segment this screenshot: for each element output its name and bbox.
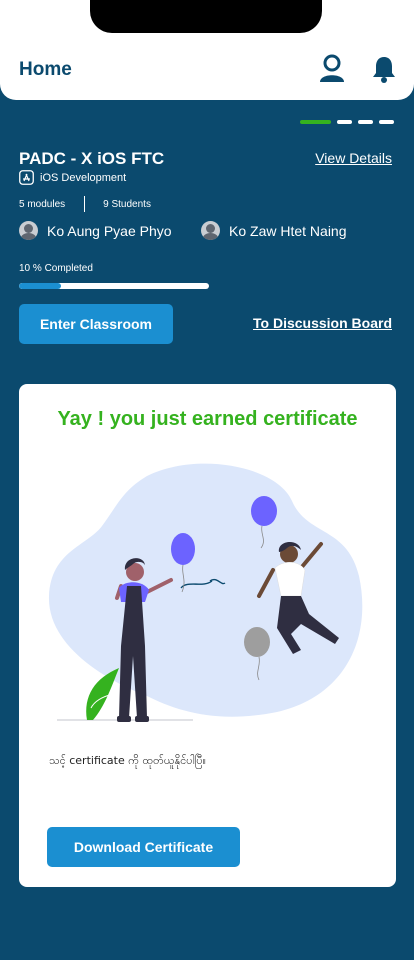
progress-label: 10 % Completed [19, 263, 93, 274]
enter-classroom-button[interactable]: Enter Classroom [19, 304, 173, 344]
discussion-board-link[interactable]: To Discussion Board [253, 315, 392, 331]
certificate-title: Yay ! you just earned certificate [57, 408, 358, 430]
course-title: PADC - X iOS FTC [19, 149, 165, 168]
device-notch [90, 0, 322, 33]
course-meta: 5 modules 9 Students [19, 195, 151, 213]
app-store-icon [19, 170, 34, 185]
meta-divider [84, 196, 86, 212]
teacher-name: Ko Zaw Htet Naing [229, 222, 347, 239]
certificate-message: သင့် certificate ကို ထုတ်ယူနိုင်ပါပြီ။ [49, 754, 206, 767]
page-title: Home [19, 59, 72, 80]
app-header: Home [0, 0, 414, 100]
bell-icon[interactable] [370, 54, 398, 84]
pager-dot[interactable] [358, 120, 373, 124]
teacher-name: Ko Aung Pyae Phyo [47, 222, 172, 239]
user-icon[interactable] [318, 54, 346, 84]
certificate-card: Yay ! you just earned certificate သင့် c… [19, 384, 396, 887]
course-category: iOS Development [19, 170, 126, 185]
modules-count: 5 modules [19, 198, 66, 210]
view-details-link[interactable]: View Details [315, 150, 392, 166]
students-count: 9 Students [103, 198, 151, 210]
teacher-item[interactable]: Ko Aung Pyae Phyo [19, 221, 172, 240]
category-label: iOS Development [40, 171, 127, 184]
progress-fill [19, 283, 61, 289]
teacher-item[interactable]: Ko Zaw Htet Naing [201, 221, 347, 240]
pager-dot[interactable] [379, 120, 394, 124]
avatar [19, 221, 38, 240]
progress-bar [19, 283, 209, 289]
pager-dot[interactable] [337, 120, 352, 124]
download-certificate-button[interactable]: Download Certificate [47, 827, 240, 867]
avatar [201, 221, 220, 240]
celebration-illustration [48, 463, 363, 722]
pager-dot-active[interactable] [300, 120, 331, 124]
